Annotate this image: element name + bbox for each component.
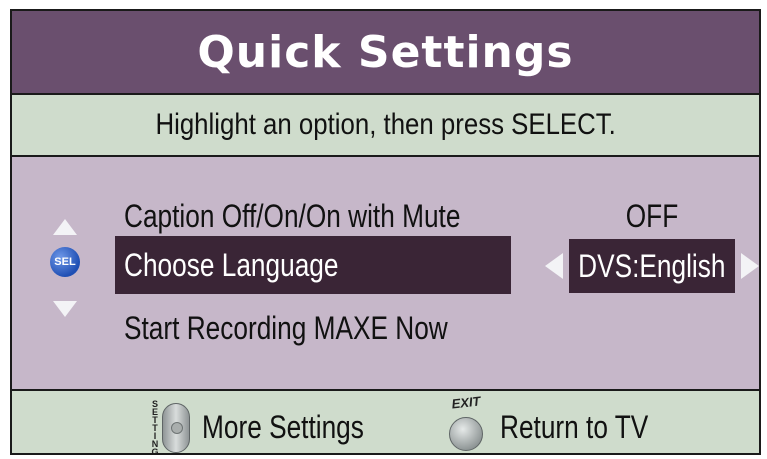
title-bar: Quick Settings [12, 11, 759, 95]
menu-item-label: Start Recording MAXE Now [124, 309, 448, 346]
language-value: DVS:English [569, 239, 735, 293]
menu-item-choose-language[interactable]: Choose Language [115, 236, 511, 294]
return-to-tv-label[interactable]: Return to TV [500, 405, 681, 449]
more-settings-label[interactable]: More Settings [202, 405, 399, 449]
settings-key-text: SETTINGS [150, 399, 160, 455]
triangle-down-icon[interactable] [53, 301, 77, 317]
page-title: Quick Settings [197, 26, 574, 78]
language-value-text: DVS:English [578, 247, 726, 284]
exit-button-icon[interactable] [449, 417, 483, 451]
select-button-label: SEL [54, 256, 76, 268]
language-selector[interactable]: DVS:English [545, 239, 759, 293]
chevron-right-icon[interactable] [741, 253, 759, 279]
settings-key-icon[interactable] [162, 403, 190, 453]
select-button-icon[interactable]: SEL [50, 247, 80, 277]
instruction-bar: Highlight an option, then press SELECT. [12, 95, 759, 157]
more-settings-text: More Settings [202, 408, 364, 445]
instruction-text: Highlight an option, then press SELECT. [155, 108, 616, 141]
footer-bar: SETTINGS More Settings EXIT Return to TV [12, 389, 759, 453]
quick-settings-panel: Quick Settings Highlight an option, then… [10, 9, 761, 455]
exit-key-text: EXIT [450, 393, 482, 412]
menu-item-label: Caption Off/On/On with Mute [124, 197, 461, 234]
menu-area: SEL Caption Off/On/On with Mute OFF Choo… [12, 157, 759, 389]
caption-value: OFF [572, 187, 732, 245]
menu-item-label: Choose Language [124, 246, 339, 283]
exit-key-icon[interactable]: EXIT [446, 393, 486, 453]
triangle-up-icon[interactable] [53, 219, 77, 235]
menu-item-start-recording[interactable]: Start Recording MAXE Now [115, 299, 511, 357]
chevron-left-icon[interactable] [545, 253, 563, 279]
caption-value-text: OFF [625, 197, 679, 234]
return-to-tv-text: Return to TV [500, 408, 649, 445]
